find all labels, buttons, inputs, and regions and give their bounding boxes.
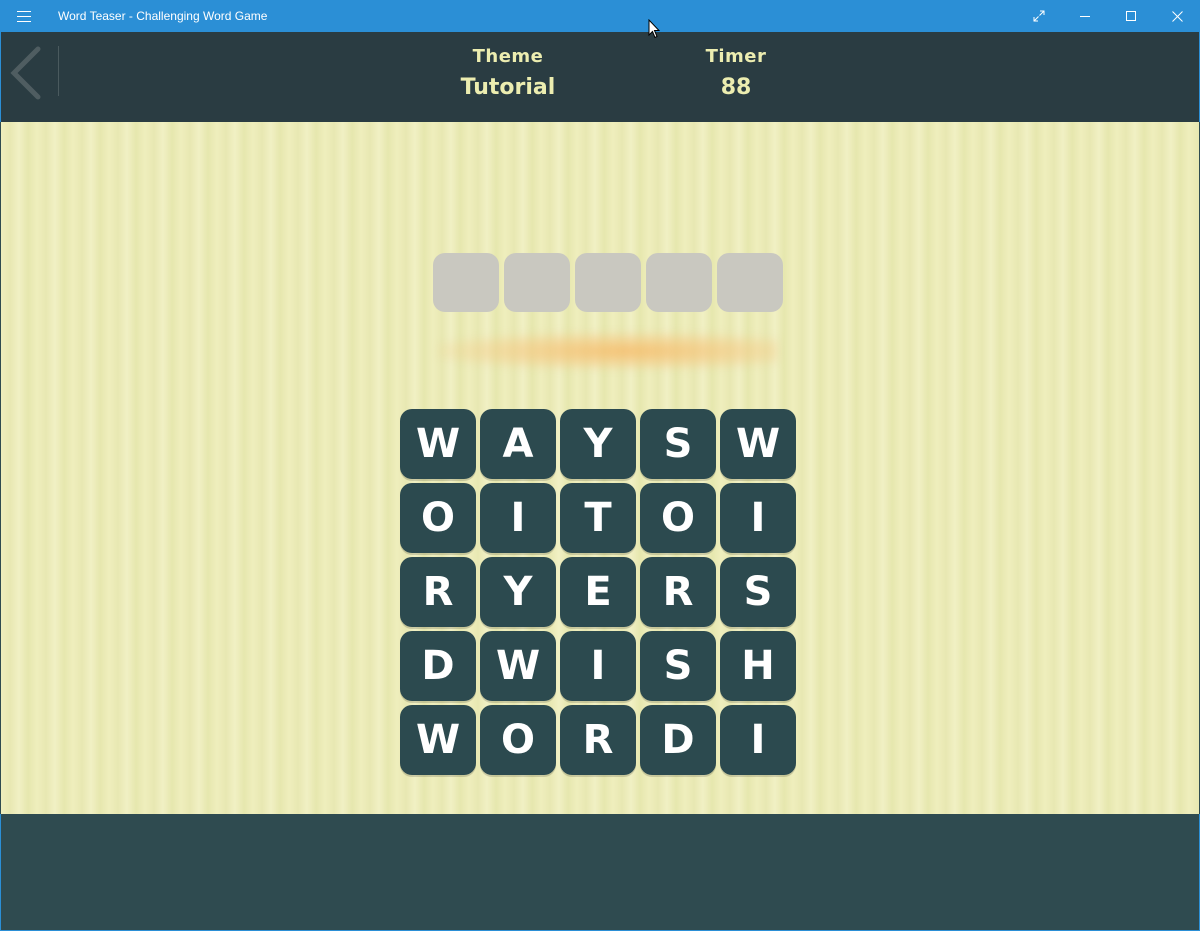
letter-tile[interactable]: T — [560, 483, 636, 553]
letter-tile[interactable]: W — [480, 631, 556, 701]
chevron-left-icon — [10, 46, 41, 100]
letter-grid: WAYSWOITOIRYERSDWISHWORDI — [400, 409, 796, 775]
maximize-button[interactable] — [1108, 0, 1154, 32]
letter-tile[interactable]: R — [560, 705, 636, 775]
letter-tile[interactable]: H — [720, 631, 796, 701]
letter-tile[interactable]: S — [720, 557, 796, 627]
answer-slot[interactable] — [646, 253, 712, 312]
footer-panel — [0, 814, 1200, 931]
letter-tile[interactable]: I — [720, 483, 796, 553]
letter-tile[interactable]: D — [400, 631, 476, 701]
letter-tile[interactable]: I — [560, 631, 636, 701]
timer-display: Timer 88 — [666, 46, 806, 100]
letter-tile[interactable]: O — [480, 705, 556, 775]
timer-label: Timer — [705, 46, 767, 67]
letter-tile[interactable]: A — [480, 409, 556, 479]
theme-display: Theme Tutorial — [438, 46, 578, 100]
back-button[interactable] — [5, 44, 45, 102]
header-divider — [58, 46, 59, 96]
fullscreen-icon — [1033, 10, 1045, 22]
letter-tile[interactable]: Y — [480, 557, 556, 627]
fullscreen-button[interactable] — [1016, 0, 1062, 32]
letter-tile[interactable]: W — [400, 409, 476, 479]
letter-tile[interactable]: S — [640, 409, 716, 479]
window-controls — [1016, 0, 1200, 32]
letter-tile[interactable]: I — [720, 705, 796, 775]
mouse-cursor-icon — [648, 19, 660, 39]
answer-slot[interactable] — [433, 253, 499, 312]
minimize-button[interactable] — [1062, 0, 1108, 32]
window-title: Word Teaser - Challenging Word Game — [58, 9, 268, 23]
hamburger-icon — [17, 10, 31, 22]
minimize-icon — [1080, 16, 1090, 17]
answer-slot[interactable] — [504, 253, 570, 312]
timer-value: 88 — [720, 75, 752, 100]
letter-tile[interactable]: W — [720, 409, 796, 479]
letter-tile[interactable]: E — [560, 557, 636, 627]
title-bar: Word Teaser - Challenging Word Game — [0, 0, 1200, 32]
maximize-icon — [1126, 11, 1136, 21]
letter-tile[interactable]: D — [640, 705, 716, 775]
game-board-area: WAYSWOITOIRYERSDWISHWORDI — [1, 122, 1199, 814]
close-icon — [1171, 10, 1183, 22]
hamburger-menu-button[interactable] — [0, 0, 48, 32]
letter-tile[interactable]: O — [640, 483, 716, 553]
close-button[interactable] — [1154, 0, 1200, 32]
answer-slot[interactable] — [717, 253, 783, 312]
answer-slot[interactable] — [575, 253, 641, 312]
letter-tile[interactable]: O — [400, 483, 476, 553]
letter-tile[interactable]: W — [400, 705, 476, 775]
theme-label: Theme — [472, 46, 544, 67]
letter-tile[interactable]: R — [400, 557, 476, 627]
answer-slots — [433, 253, 783, 312]
hint-glow-bar — [438, 332, 778, 370]
game-header: Theme Tutorial Timer 88 — [0, 32, 1200, 122]
theme-value: Tutorial — [460, 75, 556, 100]
letter-tile[interactable]: I — [480, 483, 556, 553]
letter-tile[interactable]: Y — [560, 409, 636, 479]
letter-tile[interactable]: R — [640, 557, 716, 627]
letter-tile[interactable]: S — [640, 631, 716, 701]
